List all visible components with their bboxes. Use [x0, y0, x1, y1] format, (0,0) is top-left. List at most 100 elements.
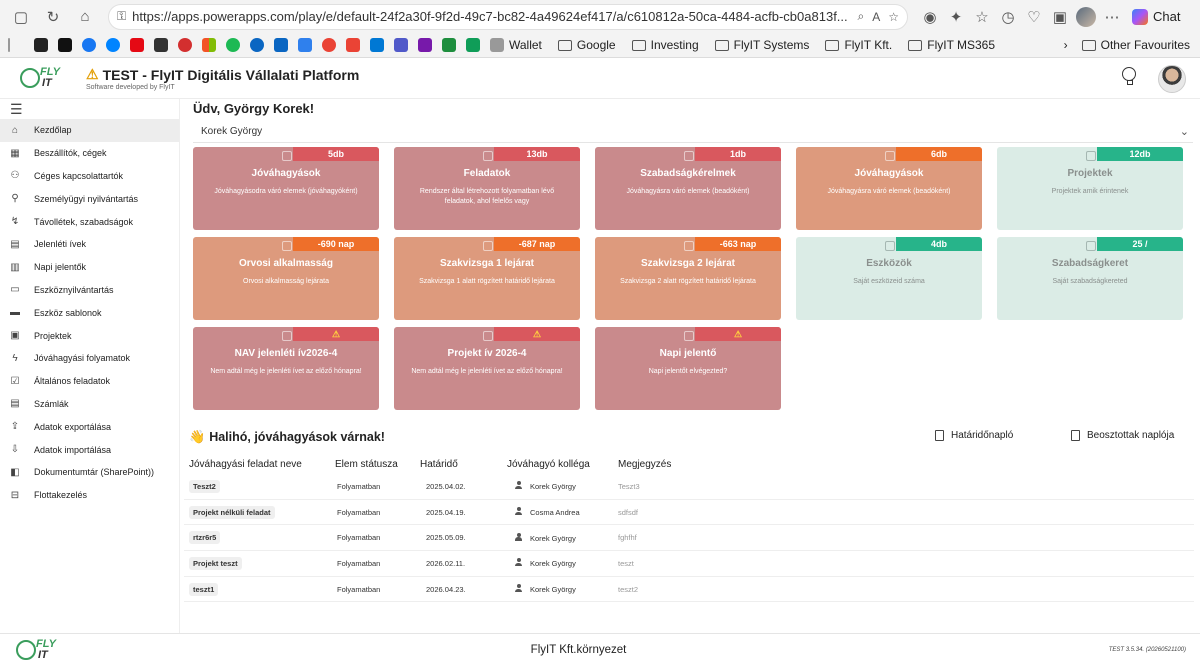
subordinates-log-link[interactable]: Beosztottak naplója: [1071, 430, 1174, 441]
dashboard-tile[interactable]: 6db Jóváhagyások Jóváhagyásra váró elemek …: [796, 147, 982, 230]
column-header[interactable]: Jóváhagyó kolléga: [507, 459, 618, 470]
column-header[interactable]: Elem státusza: [335, 459, 420, 470]
history-icon[interactable]: ◷: [996, 4, 1020, 30]
dashboard-tile[interactable]: 12db Projektek Projektek amik érintenek: [997, 147, 1183, 230]
teams-icon[interactable]: [394, 38, 408, 52]
extensions-puzzle-icon[interactable]: ✦: [944, 4, 968, 30]
hamburger-menu-icon[interactable]: ☰: [0, 99, 179, 119]
outlook-icon[interactable]: [370, 38, 384, 52]
table-row[interactable]: Projekt teszt Folyamatban 2026.02.11. Korek…: [184, 551, 1194, 577]
column-header[interactable]: Megjegyzés: [618, 459, 818, 470]
copilot-icon: [1132, 8, 1148, 25]
app-icon[interactable]: [298, 38, 312, 52]
x-icon[interactable]: [58, 38, 72, 52]
sidebar-item[interactable]: ▬ Eszköz sablonok: [0, 301, 179, 324]
site-info-icon[interactable]: ⚿: [117, 9, 126, 24]
sidebar-item[interactable]: ⚲ Személyügyi nyilvántartás: [0, 187, 179, 210]
linkedin-icon[interactable]: [274, 38, 288, 52]
sidebar-item[interactable]: ⇩ Adatok importálása: [0, 438, 179, 461]
task-name[interactable]: Projekt nélküli feladat: [189, 505, 275, 519]
bookmark-wallet[interactable]: Wallet: [490, 38, 542, 52]
collections-icon[interactable]: ▣: [1048, 4, 1072, 30]
chrome-icon[interactable]: [322, 38, 336, 52]
sidebar-item[interactable]: ◧ Dokumentumtár (SharePoint)): [0, 461, 179, 484]
bookmark-folder-flyit-ms365[interactable]: FlyIT MS365: [908, 38, 995, 52]
chevron-right-icon[interactable]: ›: [1064, 38, 1068, 52]
bookmark-green-icon[interactable]: [466, 38, 480, 52]
sidebar-item[interactable]: ⊟ Flottakezelés: [0, 484, 179, 507]
task-name[interactable]: Projekt teszt: [189, 556, 242, 570]
dashboard-tile[interactable]: -690 nap Orvosi alkalmasság Orvosi alkalma…: [193, 237, 379, 320]
sidebar-item[interactable]: ▣ Projektek: [0, 324, 179, 347]
bookmark-icon[interactable]: [34, 38, 48, 52]
bookmark-folder-flyit-kft[interactable]: FlyIT Kft.: [825, 38, 892, 52]
sidebar-item[interactable]: ▤ Számlák: [0, 393, 179, 416]
sidebar-item[interactable]: ⚇ Céges kapcsolattartók: [0, 165, 179, 188]
sidebar-item[interactable]: ▭ Eszköznyilvántartás: [0, 279, 179, 302]
favorite-star-icon[interactable]: ☆: [888, 10, 899, 24]
bookmark-red-icon[interactable]: [178, 38, 192, 52]
dashboard-tile[interactable]: 5db Jóváhagyások Jóváhagyásodra váró eleme…: [193, 147, 379, 230]
bookmark-folder-investing[interactable]: Investing: [631, 38, 699, 52]
dashboard-tile[interactable]: ⚠ Napi jelentő Napi jelentőt elvégezted?: [595, 327, 781, 410]
task-name[interactable]: rtzr6r5: [189, 531, 221, 545]
table-row[interactable]: rtzr6r5 Folyamatban 2025.05.09. Korek Györg…: [184, 525, 1194, 552]
sidebar-item[interactable]: ⌂ Kezdőlap: [0, 119, 179, 142]
dashboard-tile[interactable]: -663 nap Szakvizsga 2 lejárat Szakvizsga 2…: [595, 237, 781, 320]
dashboard-tile[interactable]: 13db Feladatok Rendszer által létrehozott …: [394, 147, 580, 230]
copilot-chat-button[interactable]: Chat: [1132, 8, 1180, 25]
facebook-icon[interactable]: [82, 38, 96, 52]
camera-icon[interactable]: [154, 38, 168, 52]
table-row[interactable]: teszt1 Folyamatban 2026.04.23. Korek György…: [184, 577, 1194, 603]
dashboard-tile[interactable]: ⚠ NAV jelenléti ív2026-4 Nem adtál még le …: [193, 327, 379, 410]
task-name[interactable]: Teszt2: [189, 479, 220, 493]
task-name[interactable]: teszt1: [189, 582, 219, 596]
user-avatar[interactable]: [1158, 65, 1186, 93]
sidebar-item[interactable]: ↯ Távollétek, szabadságok: [0, 210, 179, 233]
profile-avatar[interactable]: [1074, 4, 1098, 30]
shield-icon[interactable]: [442, 38, 456, 52]
bookmark-label: Investing: [650, 38, 699, 52]
spotify-icon[interactable]: [226, 38, 240, 52]
table-row[interactable]: Projekt nélküli feladat Folyamatban 2025.0…: [184, 500, 1194, 526]
sidebar-item[interactable]: ☑ Általános feladatok: [0, 370, 179, 393]
sidebar-item[interactable]: ⇪ Adatok exportálása: [0, 415, 179, 438]
performance-icon[interactable]: ♡: [1022, 4, 1046, 30]
car-icon: ⊟: [10, 489, 20, 501]
dashboard-tile[interactable]: 1db Szabadságkérelmek Jóváhagyásra váró el…: [595, 147, 781, 230]
more-menu-icon[interactable]: ⋯: [1100, 4, 1124, 30]
bookmark-other-favourites[interactable]: Other Favourites: [1081, 38, 1190, 52]
chevron-down-icon[interactable]: ⌄: [1180, 125, 1189, 138]
refresh-icon[interactable]: ↻: [40, 4, 66, 30]
onenote-icon[interactable]: [418, 38, 432, 52]
dashboard-tile[interactable]: 4db Eszközök Saját eszközeid száma: [796, 237, 982, 320]
url-text[interactable]: https://apps.powerapps.com/play/e/defaul…: [132, 9, 849, 24]
c-icon[interactable]: [250, 38, 264, 52]
user-select-dropdown[interactable]: Korek György ⌄: [193, 121, 1193, 143]
sidebar-item[interactable]: ▤ Jelenléti ívek: [0, 233, 179, 256]
bookmark-folder-google[interactable]: Google: [557, 38, 616, 52]
sidebar-toggle-icon[interactable]: ▢: [8, 4, 34, 30]
home-browser-icon[interactable]: ⌂: [72, 4, 98, 30]
sidebar-item[interactable]: ϟ Jóváhagyási folyamatok: [0, 347, 179, 370]
dashboard-tile[interactable]: ⚠ Projekt ív 2026-4 Nem adtál még le jelen…: [394, 327, 580, 410]
column-header[interactable]: Jóváhagyási feladat neve: [184, 459, 335, 470]
dashboard-tile[interactable]: -687 nap Szakvizsga 1 lejárat Szakvizsga 1…: [394, 237, 580, 320]
microsoft-icon[interactable]: [202, 38, 216, 52]
read-aloud-icon[interactable]: A: [872, 10, 880, 24]
column-header[interactable]: Határidő: [420, 459, 507, 470]
zoom-icon[interactable]: ⌕: [857, 9, 864, 24]
bookmark-folder-flyit-systems[interactable]: FlyIT Systems: [714, 38, 809, 52]
extension-icon[interactable]: ◉: [918, 4, 942, 30]
deadline-log-link[interactable]: Határidőnapló: [935, 430, 1013, 441]
address-bar[interactable]: ⚿ https://apps.powerapps.com/play/e/defa…: [108, 3, 908, 30]
sidebar-item[interactable]: ▦ Beszállítók, cégek: [0, 142, 179, 165]
favorites-icon[interactable]: ☆: [970, 4, 994, 30]
dashboard-tile[interactable]: 25 / Szabadságkeret Saját szabadságkereted: [997, 237, 1183, 320]
netflix-icon[interactable]: [130, 38, 144, 52]
gmail-icon[interactable]: [346, 38, 360, 52]
sidebar-item[interactable]: ▥ Napi jelentők: [0, 256, 179, 279]
lightbulb-icon[interactable]: [1122, 67, 1138, 89]
table-row[interactable]: Teszt2 Folyamatban 2025.04.02. Korek György…: [184, 474, 1194, 500]
messenger-icon[interactable]: [106, 38, 120, 52]
